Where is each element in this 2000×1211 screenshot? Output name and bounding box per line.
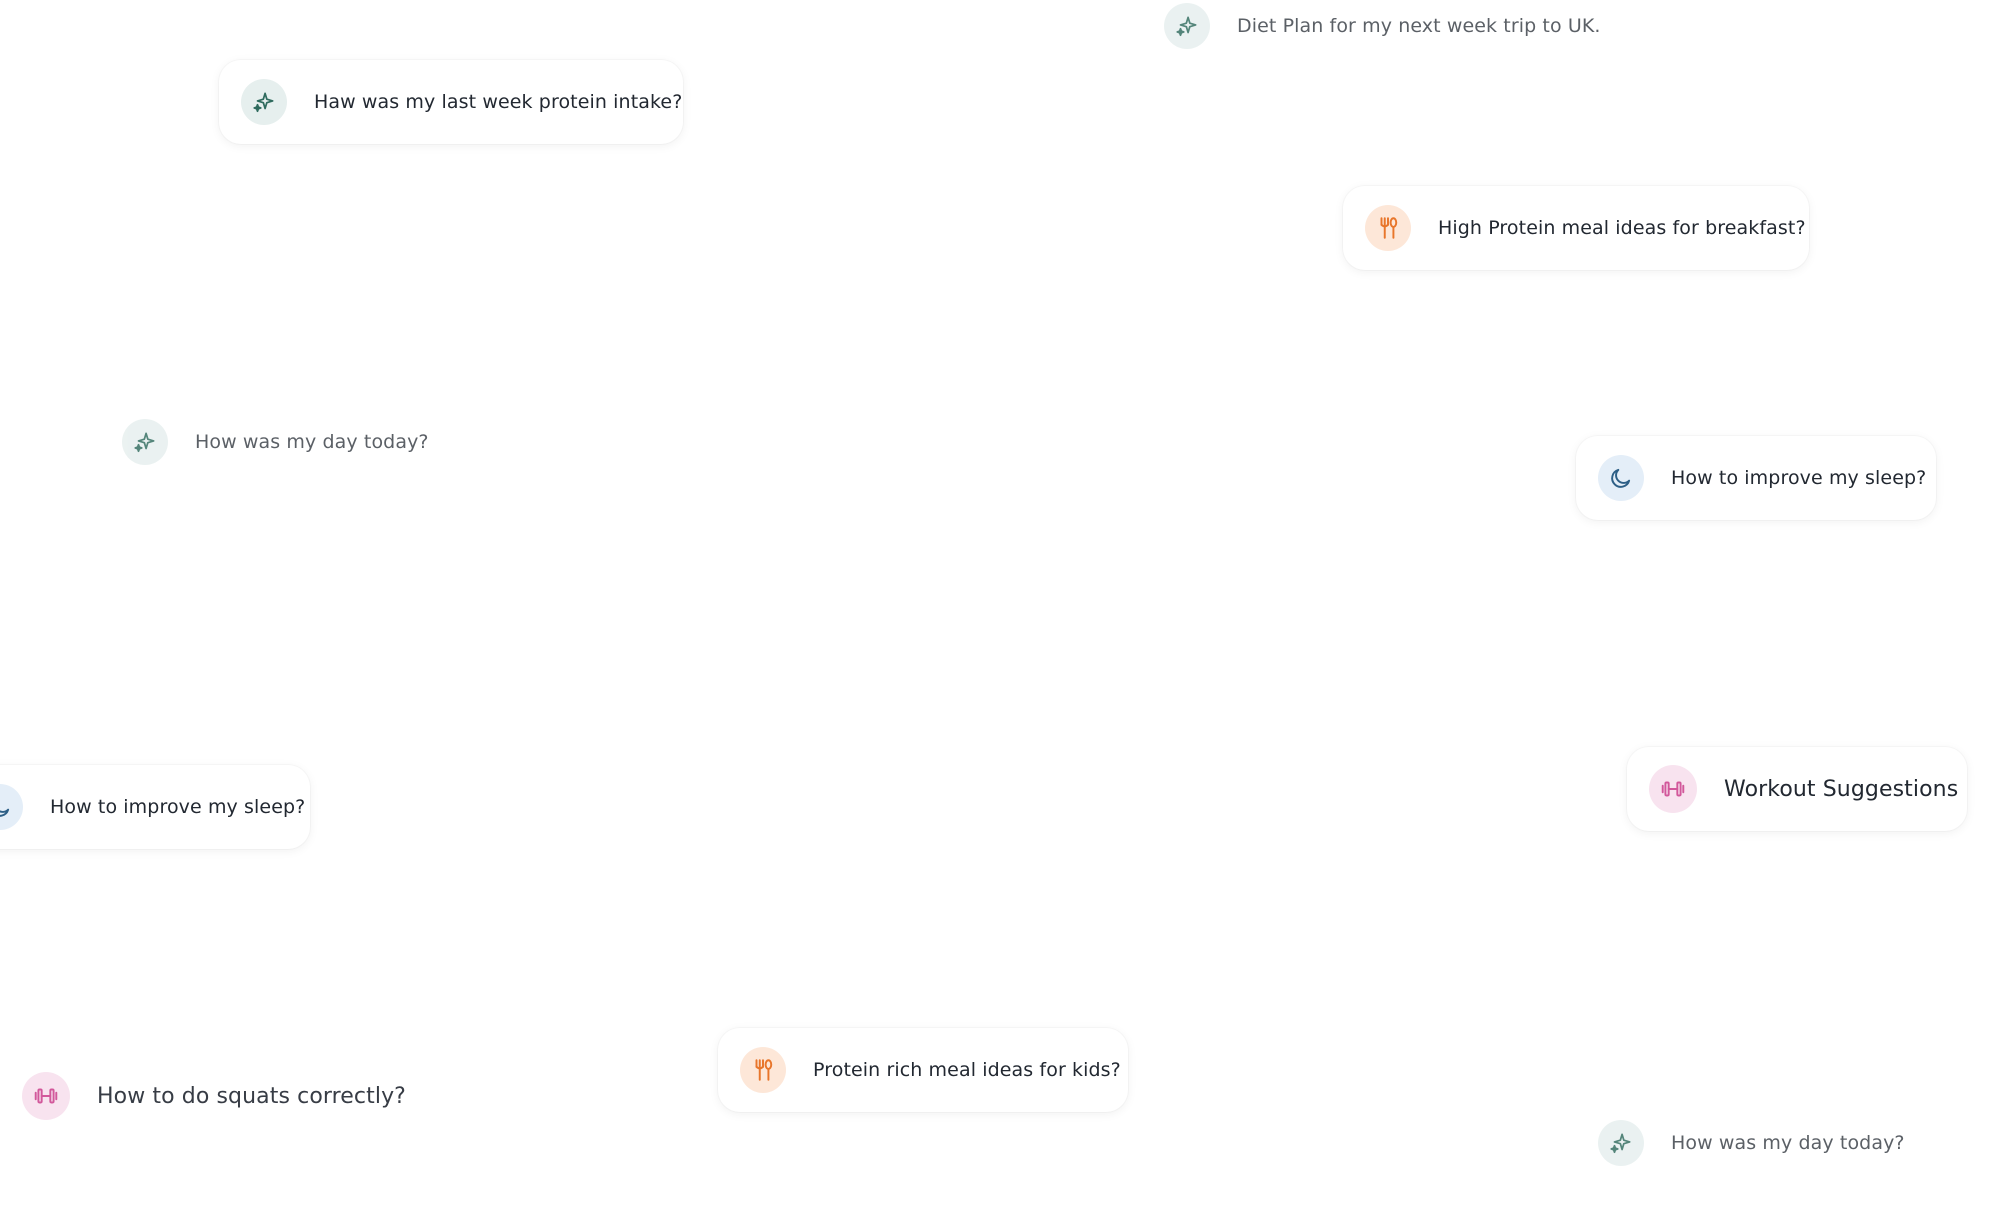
sparkle-icon xyxy=(1598,1120,1644,1166)
suggestion-chip-protein-kids[interactable]: Protein rich meal ideas for kids? xyxy=(718,1028,1128,1112)
suggestion-chip-improve-sleep-secondary[interactable]: How to improve my sleep? xyxy=(0,765,310,849)
suggestion-chip-workout[interactable]: Workout Suggestions xyxy=(1627,747,1967,831)
suggestion-chip-day-today-secondary[interactable]: How was my day today? xyxy=(1598,1101,1933,1185)
suggestion-label: Haw was my last week protein intake? xyxy=(314,91,683,113)
suggestion-label: High Protein meal ideas for breakfast? xyxy=(1438,217,1806,239)
suggestion-label: Protein rich meal ideas for kids? xyxy=(813,1059,1121,1081)
suggestion-label: Diet Plan for my next week trip to UK. xyxy=(1237,15,1601,37)
suggestion-chip-day-today[interactable]: How was my day today? xyxy=(122,400,457,484)
suggestion-chip-high-protein-breakfast[interactable]: High Protein meal ideas for breakfast? xyxy=(1343,186,1809,270)
sparkle-icon xyxy=(122,419,168,465)
sparkle-icon xyxy=(241,79,287,125)
sparkle-icon xyxy=(1164,3,1210,49)
fork-spoon-icon xyxy=(1365,205,1411,251)
suggestion-label: Workout Suggestions xyxy=(1724,776,1959,802)
fork-spoon-icon xyxy=(740,1047,786,1093)
dumbbell-icon xyxy=(1649,765,1697,813)
suggestion-label: How was my day today? xyxy=(1671,1132,1905,1154)
moon-icon xyxy=(1598,455,1644,501)
suggestion-canvas: Diet Plan for my next week trip to UK. H… xyxy=(0,0,2000,1211)
suggestion-chip-improve-sleep[interactable]: How to improve my sleep? xyxy=(1576,436,1936,520)
suggestion-label: How was my day today? xyxy=(195,431,429,453)
suggestion-label: How to improve my sleep? xyxy=(50,796,306,818)
suggestion-chip-protein-intake[interactable]: Haw was my last week protein intake? xyxy=(219,60,683,144)
suggestion-chip-squats[interactable]: How to do squats correctly? xyxy=(22,1054,434,1138)
suggestion-label: How to do squats correctly? xyxy=(97,1083,406,1109)
suggestion-chip-diet-plan[interactable]: Diet Plan for my next week trip to UK. xyxy=(1164,0,1629,68)
suggestion-label: How to improve my sleep? xyxy=(1671,467,1927,489)
moon-icon xyxy=(0,784,23,830)
dumbbell-icon xyxy=(22,1072,70,1120)
